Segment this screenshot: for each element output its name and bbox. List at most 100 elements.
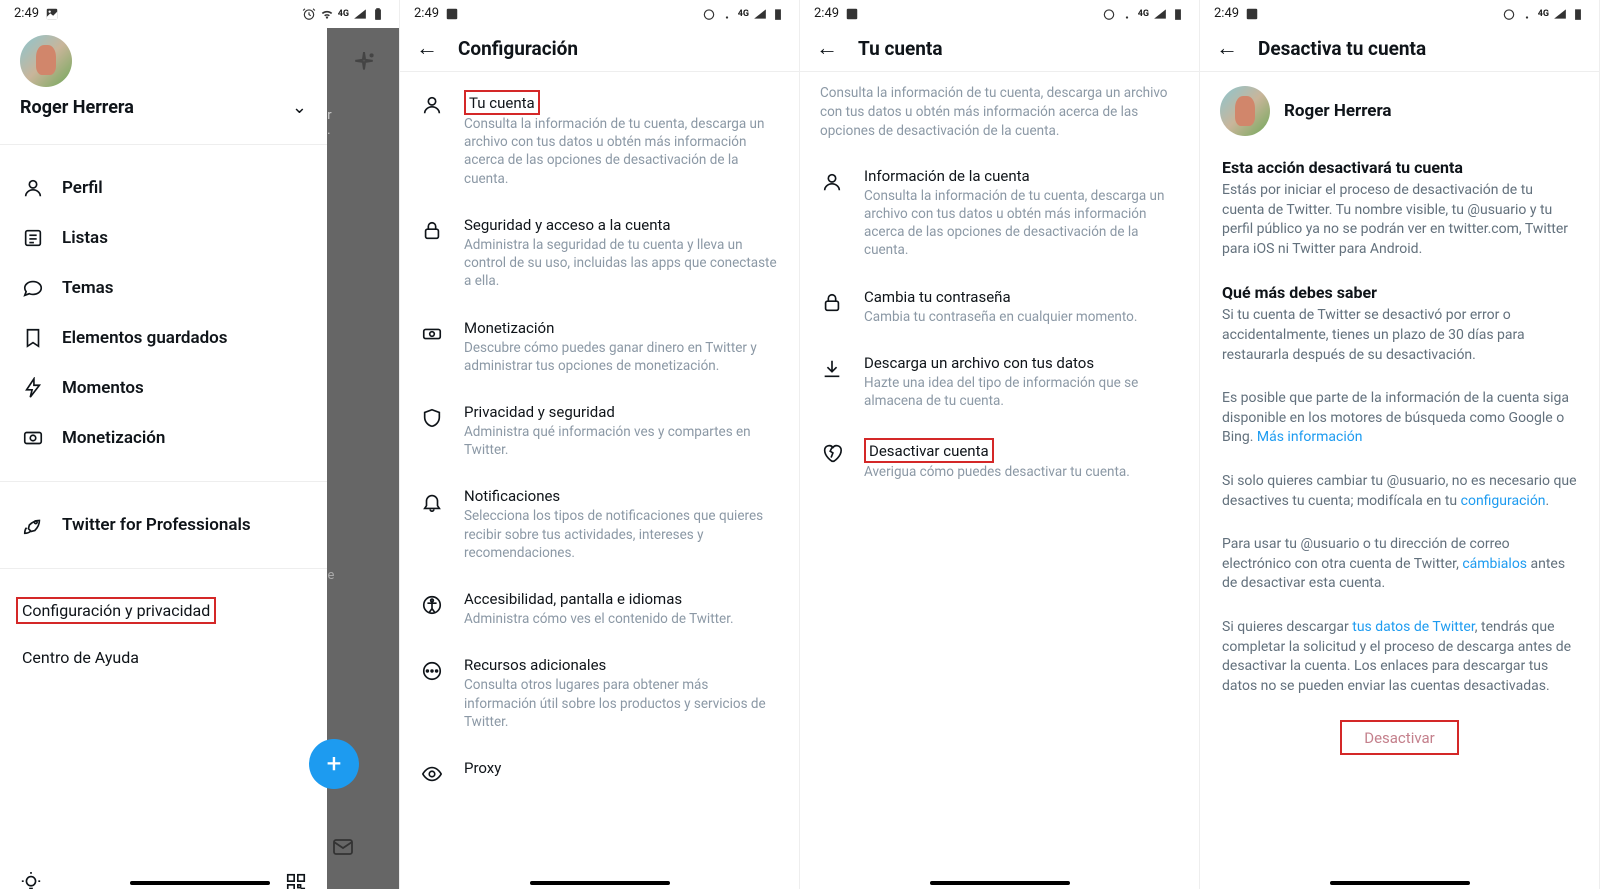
accessibility-icon bbox=[421, 594, 443, 616]
back-button[interactable]: ← bbox=[416, 35, 438, 61]
menu-momentos[interactable]: Momentos bbox=[0, 363, 327, 413]
page-title: Desactiva tu cuenta bbox=[1258, 37, 1426, 60]
header: ← Configuración bbox=[400, 25, 799, 71]
deact-text-2: Si tu cuenta de Twitter se desactivó por… bbox=[1222, 306, 1577, 365]
deact-text-1: Estás por iniciar el proceso de desactiv… bbox=[1222, 181, 1577, 259]
header: ← Desactiva tu cuenta bbox=[1200, 25, 1599, 71]
panel-drawer: 2:49 4G naros. que + Roger Herrera ⌄ bbox=[0, 0, 400, 889]
item-recursos[interactable]: Recursos adicionalesConsulta otros lugar… bbox=[400, 642, 799, 745]
battery-icon bbox=[1171, 7, 1185, 21]
sparkle-icon[interactable] bbox=[351, 50, 377, 76]
rocket-icon bbox=[22, 514, 44, 536]
header: ← Tu cuenta bbox=[800, 25, 1199, 71]
item-notificaciones[interactable]: NotificacionesSelecciona los tipos de no… bbox=[400, 473, 799, 576]
menu-config-privacy[interactable]: Configuración y privacidad bbox=[0, 587, 327, 634]
user-row[interactable]: Roger Herrera bbox=[1200, 72, 1599, 146]
image-icon bbox=[45, 7, 59, 21]
battery-icon bbox=[371, 7, 385, 21]
topics-icon bbox=[22, 277, 44, 299]
wifi-icon bbox=[320, 7, 334, 21]
desactivar-button[interactable]: Desactivar bbox=[1356, 725, 1443, 751]
alarm-icon bbox=[1102, 7, 1116, 21]
bookmark-icon bbox=[22, 327, 44, 349]
profile-icon bbox=[821, 171, 843, 193]
chevron-down-icon: ⌄ bbox=[292, 97, 307, 118]
battery-icon bbox=[771, 7, 785, 21]
deact-heading-2: Qué más debes saber bbox=[1222, 283, 1577, 302]
menu-temas[interactable]: Temas bbox=[0, 263, 327, 313]
status-time: 2:49 bbox=[14, 6, 39, 21]
page-title: Configuración bbox=[458, 37, 578, 60]
menu-monetizacion[interactable]: Monetización bbox=[0, 413, 327, 463]
monetization-icon bbox=[22, 427, 44, 449]
highlight-desactivar-btn: Desactivar bbox=[1340, 720, 1459, 755]
drawer-profile[interactable] bbox=[0, 25, 327, 87]
shield-icon bbox=[421, 407, 443, 429]
highlight-desactivar: Desactivar cuenta bbox=[864, 438, 994, 463]
nav-indicator bbox=[130, 881, 270, 885]
nav-indicator bbox=[530, 881, 670, 885]
link-datos[interactable]: tus datos de Twitter bbox=[1352, 619, 1475, 635]
deact-para-3: Es posible que parte de la información d… bbox=[1222, 389, 1577, 448]
link-config[interactable]: configuración bbox=[1461, 493, 1546, 509]
item-cambiar-contrasena[interactable]: Cambia tu contraseñaCambia tu contraseña… bbox=[800, 274, 1199, 340]
back-button[interactable]: ← bbox=[1216, 35, 1238, 61]
item-monetizacion[interactable]: MonetizaciónDescubre cómo puedes ganar d… bbox=[400, 305, 799, 389]
image-icon bbox=[845, 7, 859, 21]
profile-icon bbox=[22, 177, 44, 199]
money-icon bbox=[421, 323, 443, 345]
deact-para-6: Si quieres descargar tus datos de Twitte… bbox=[1222, 618, 1577, 696]
signal-icon bbox=[353, 7, 367, 21]
wifi-icon bbox=[1520, 7, 1534, 21]
menu-perfil[interactable]: Perfil bbox=[0, 163, 327, 213]
avatar bbox=[1220, 86, 1270, 136]
item-descargar-datos[interactable]: Descarga un archivo con tus datosHazte u… bbox=[800, 340, 1199, 424]
item-desactivar[interactable]: Desactivar cuenta Averigua cómo puedes d… bbox=[800, 424, 1199, 495]
alarm-icon bbox=[702, 7, 716, 21]
status-bar: 2:49 4G bbox=[400, 0, 799, 25]
back-button[interactable]: ← bbox=[816, 35, 838, 61]
download-icon bbox=[821, 358, 843, 380]
link-mas-info[interactable]: Más información bbox=[1257, 429, 1363, 445]
list-icon bbox=[22, 227, 44, 249]
key-icon bbox=[821, 292, 843, 314]
nav-indicator bbox=[1330, 881, 1470, 885]
status-bar: 2:49 4G bbox=[0, 0, 399, 25]
deact-para-5: Para usar tu @usuario o tu dirección de … bbox=[1222, 535, 1577, 594]
menu-listas[interactable]: Listas bbox=[0, 213, 327, 263]
item-seguridad[interactable]: Seguridad y acceso a la cuentaAdministra… bbox=[400, 202, 799, 305]
image-icon bbox=[445, 7, 459, 21]
profile-icon bbox=[421, 94, 443, 116]
intro-text: Consulta la información de tu cuenta, de… bbox=[800, 72, 1199, 149]
qr-icon[interactable] bbox=[285, 872, 307, 889]
bulb-icon[interactable] bbox=[20, 872, 42, 889]
item-proxy[interactable]: Proxy bbox=[400, 745, 799, 799]
panel-config: 2:49 4G ← Configuración Tu cuenta Consul… bbox=[400, 0, 800, 889]
avatar[interactable] bbox=[20, 35, 72, 87]
item-accesibilidad[interactable]: Accesibilidad, pantalla e idiomasAdminis… bbox=[400, 576, 799, 642]
alarm-icon bbox=[1502, 7, 1516, 21]
signal-icon bbox=[753, 7, 767, 21]
menu-ayuda[interactable]: Centro de Ayuda bbox=[0, 634, 327, 681]
account-switcher[interactable]: Roger Herrera ⌄ bbox=[0, 87, 327, 145]
menu-professionals[interactable]: Twitter for Professionals bbox=[0, 500, 327, 550]
link-cambialos[interactable]: cámbialos bbox=[1462, 556, 1527, 572]
compose-button[interactable]: + bbox=[309, 739, 359, 789]
item-info-cuenta[interactable]: Información de la cuentaConsulta la info… bbox=[800, 153, 1199, 274]
image-icon bbox=[1245, 7, 1259, 21]
wifi-icon bbox=[1120, 7, 1134, 21]
moments-icon bbox=[22, 377, 44, 399]
panel-desactivar: 2:49 4G ← Desactiva tu cuenta Roger Herr… bbox=[1200, 0, 1600, 889]
menu-guardados[interactable]: Elementos guardados bbox=[0, 313, 327, 363]
item-tu-cuenta[interactable]: Tu cuenta Consulta la información de tu … bbox=[400, 76, 799, 202]
status-icons: 4G bbox=[302, 7, 385, 21]
item-privacidad[interactable]: Privacidad y seguridadAdministra qué inf… bbox=[400, 389, 799, 473]
user-name: Roger Herrera bbox=[1284, 101, 1392, 121]
messages-icon[interactable] bbox=[331, 835, 355, 859]
page-title: Tu cuenta bbox=[858, 37, 943, 60]
heartbreak-icon bbox=[821, 442, 843, 464]
status-bar: 2:49 4G bbox=[1200, 0, 1599, 25]
highlight-tu-cuenta: Tu cuenta bbox=[464, 90, 540, 115]
alarm-icon bbox=[302, 7, 316, 21]
battery-icon bbox=[1571, 7, 1585, 21]
